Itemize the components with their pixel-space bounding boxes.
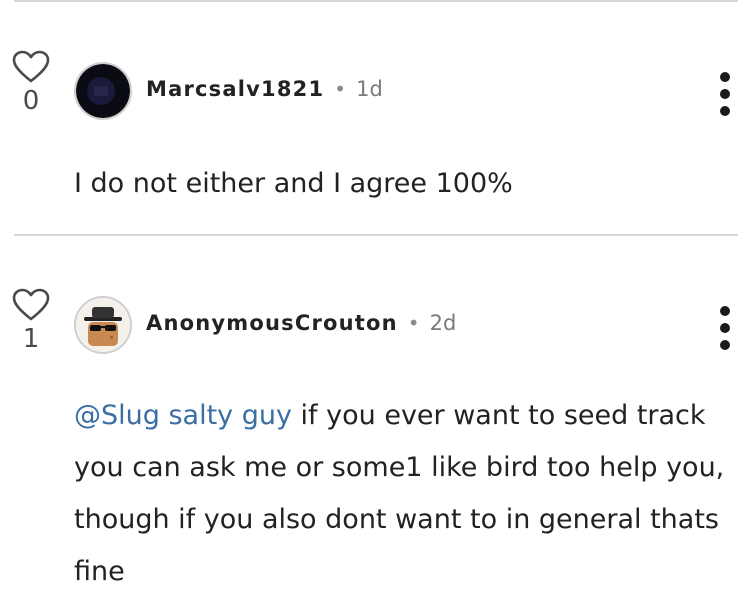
author-name[interactable]: Marcsalv1821	[146, 77, 324, 101]
comment-body: @Slug salty guy if you ever want to seed…	[74, 390, 742, 598]
heart-icon[interactable]	[12, 288, 50, 322]
user-mention-link[interactable]: @Slug salty guy	[74, 400, 292, 431]
comment-body: I do not either and I agree 100%	[74, 168, 513, 199]
meta-separator: •	[334, 77, 347, 101]
comment-item: 1 AnonymousCrouton • 2d @Slug salty guy …	[0, 236, 755, 611]
author-meta: Marcsalv1821 • 1d	[146, 77, 383, 101]
comment-item: 0 Marcsalv1821 • 1d I do not either and …	[0, 0, 755, 234]
heart-icon[interactable]	[12, 50, 50, 84]
timestamp: 1d	[356, 77, 383, 101]
timestamp: 2d	[429, 311, 457, 335]
author-meta: AnonymousCrouton • 2d	[146, 311, 456, 335]
like-count: 1	[22, 324, 40, 354]
more-options-icon[interactable]	[717, 72, 733, 116]
like-count: 0	[22, 86, 40, 116]
like-control[interactable]: 0	[12, 50, 50, 114]
avatar[interactable]	[74, 296, 132, 354]
meta-separator: •	[407, 311, 420, 335]
more-options-icon[interactable]	[717, 306, 733, 350]
author-name[interactable]: AnonymousCrouton	[146, 311, 398, 335]
like-control[interactable]: 1	[12, 288, 50, 352]
avatar[interactable]	[74, 62, 132, 120]
avatar-image	[76, 298, 130, 352]
avatar-image	[76, 64, 130, 118]
